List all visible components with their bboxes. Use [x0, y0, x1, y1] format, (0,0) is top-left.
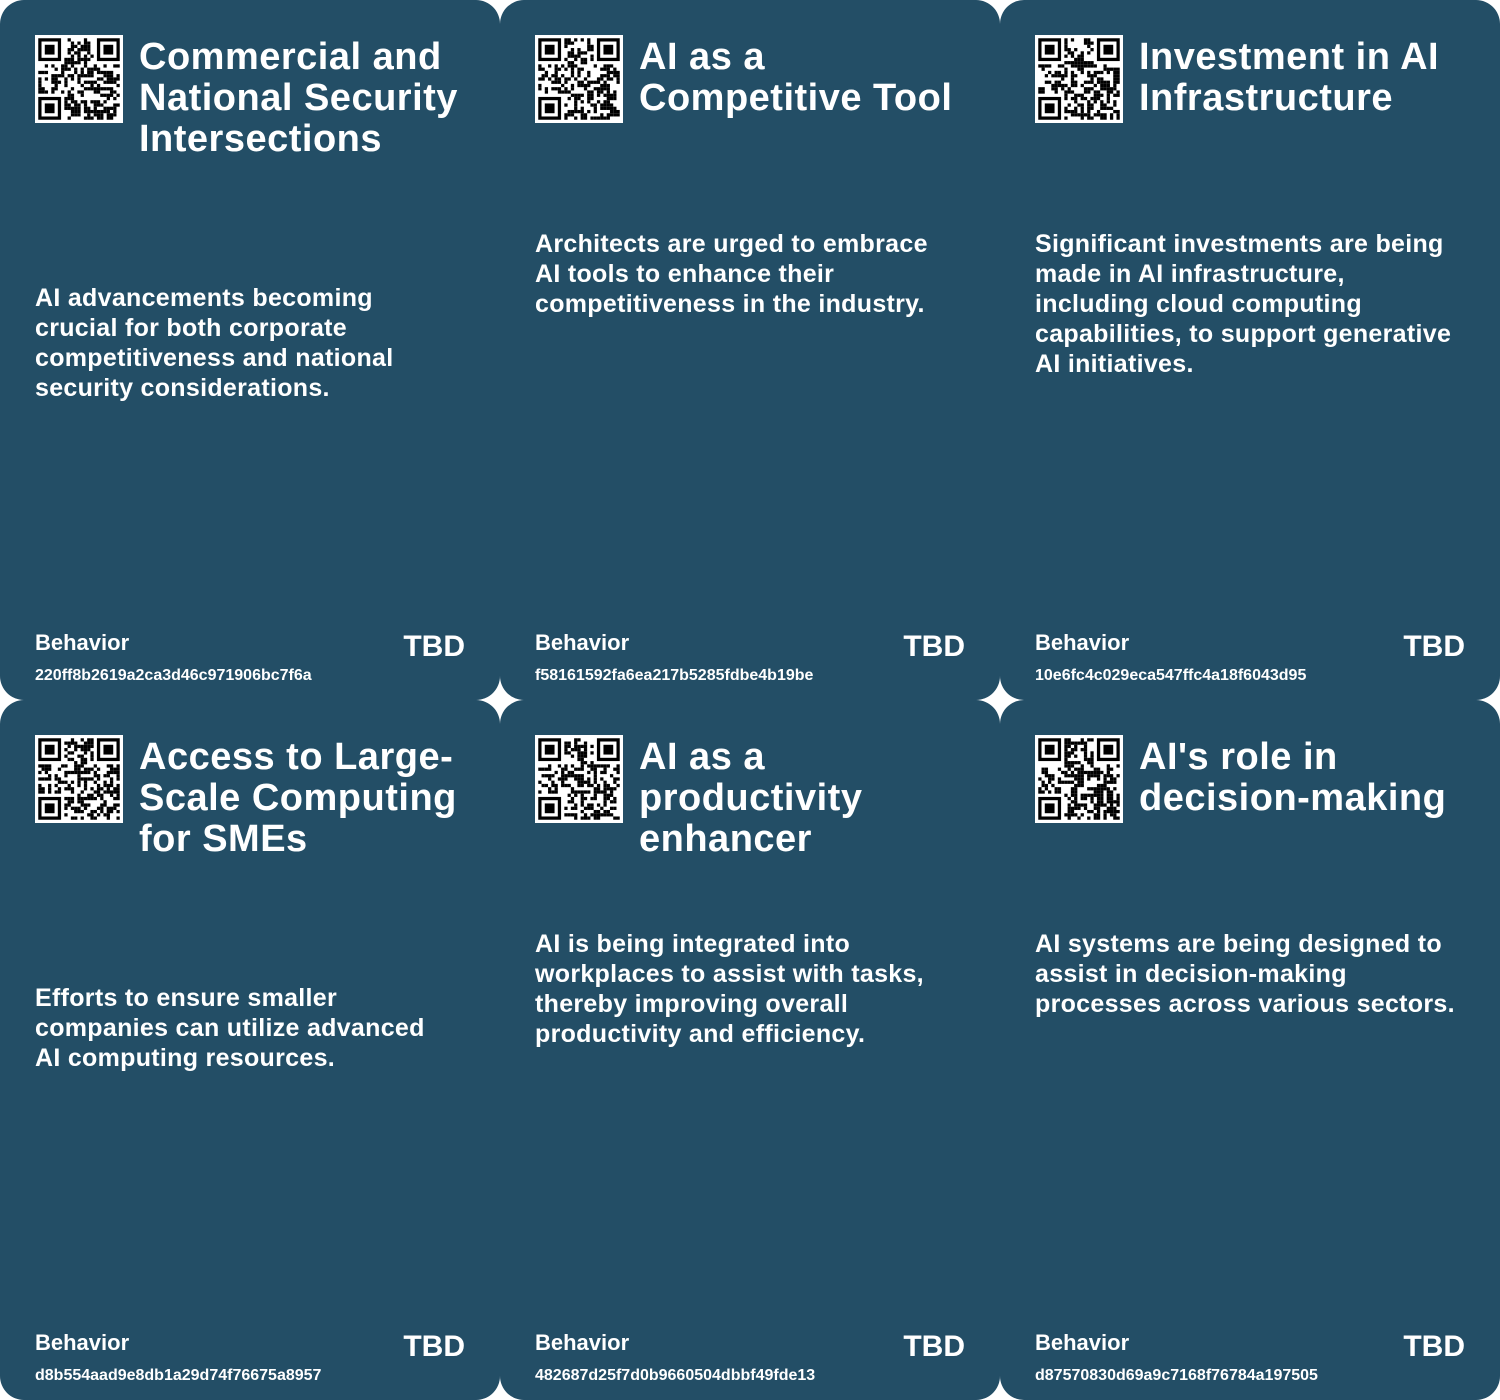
- card-category: Behavior: [535, 1330, 630, 1355]
- card-hash: 482687d25f7d0b9660504dbbf49fde13: [535, 1367, 816, 1384]
- card-category: Behavior: [35, 1330, 130, 1355]
- card-status: TBD: [1403, 630, 1465, 663]
- card-hash: 10e6fc4c029eca547ffc4a18f6043d95: [1035, 667, 1307, 684]
- card-category: Behavior: [535, 630, 630, 655]
- card-description: Architects are urged to embrace AI tools…: [535, 230, 928, 318]
- qr-code-icon: [535, 735, 623, 823]
- qr-code-icon: [1035, 735, 1123, 823]
- card[interactable]: AI's role in decision-making AI systems …: [1000, 700, 1500, 1400]
- card-category: Behavior: [1035, 1330, 1130, 1355]
- card-description: AI is being integrated into workplaces t…: [535, 930, 924, 1048]
- card-description: AI systems are being designed to assist …: [1035, 930, 1455, 1018]
- qr-code-icon: [35, 35, 123, 123]
- card-description: Significant investments are being made i…: [1035, 230, 1452, 378]
- card[interactable]: Commercial and National Security Interse…: [0, 0, 500, 700]
- card-status: TBD: [903, 1330, 965, 1363]
- card-category: Behavior: [35, 630, 130, 655]
- card-title: AI's role in decision-making: [1139, 736, 1447, 819]
- qr-code-icon: [35, 735, 123, 823]
- card-description: AI advancements becoming crucial for bot…: [35, 284, 394, 402]
- card-grid: Commercial and National Security Interse…: [0, 0, 1500, 1400]
- card-category: Behavior: [1035, 630, 1130, 655]
- card[interactable]: Investment in AI Infrastructure Signific…: [1000, 0, 1500, 700]
- sparkle-icon: [978, 678, 1022, 722]
- card[interactable]: Access to Large-Scale Computing for SMEs…: [0, 700, 500, 1400]
- card-status: TBD: [403, 1330, 465, 1363]
- card-title: Investment in AI Infrastructure: [1139, 36, 1440, 119]
- card[interactable]: AI as a productivity enhancer AI is bein…: [500, 700, 1000, 1400]
- card-hash: d87570830d69a9c7168f76784a197505: [1035, 1367, 1318, 1384]
- sparkle-icon: [478, 678, 522, 722]
- card-title: Commercial and National Security Interse…: [139, 36, 458, 160]
- card-status: TBD: [903, 630, 965, 663]
- card-status: TBD: [1403, 1330, 1465, 1363]
- card-status: TBD: [403, 630, 465, 663]
- card-title: Access to Large-Scale Computing for SMEs: [139, 736, 457, 860]
- qr-code-icon: [1035, 35, 1123, 123]
- card[interactable]: AI as a Competitive Tool Architects are …: [500, 0, 1000, 700]
- card-hash: 220ff8b2619a2ca3d46c971906bc7f6a: [35, 667, 312, 684]
- card-hash: f58161592fa6ea217b5285fdbe4b19be: [535, 667, 814, 684]
- card-hash: d8b554aad9e8db1a29d74f76675a8957: [35, 1367, 322, 1384]
- qr-code-icon: [535, 35, 623, 123]
- card-description: Efforts to ensure smaller companies can …: [35, 984, 425, 1072]
- card-title: AI as a productivity enhancer: [639, 736, 863, 860]
- card-title: AI as a Competitive Tool: [639, 36, 953, 119]
